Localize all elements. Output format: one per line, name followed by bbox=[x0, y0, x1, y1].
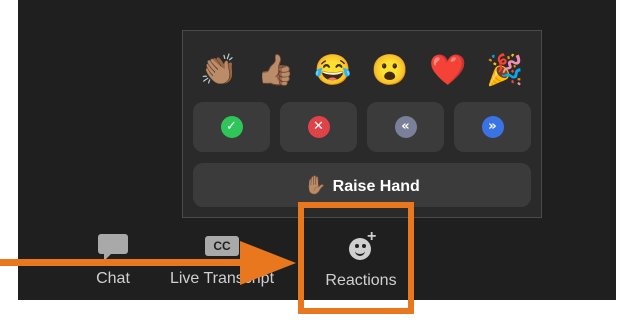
raised-hand-icon: ✋🏽 bbox=[304, 175, 327, 195]
open-mouth-emoji-button[interactable]: 😮 bbox=[370, 51, 410, 91]
nonverbal-feedback-row: ✓ ✕ « » bbox=[183, 99, 541, 153]
slow-down-button[interactable]: « bbox=[367, 102, 444, 152]
yes-button[interactable]: ✓ bbox=[193, 102, 270, 152]
cross-icon: ✕ bbox=[307, 116, 330, 138]
fast-forward-icon: » bbox=[481, 116, 504, 138]
raise-hand-label: Raise Hand bbox=[332, 178, 420, 195]
reactions-highlight-box bbox=[298, 202, 414, 314]
closed-caption-icon: CC bbox=[205, 236, 239, 256]
pointer-arrow-head bbox=[240, 241, 296, 285]
raise-hand-button[interactable]: ✋🏽 Raise Hand bbox=[193, 163, 531, 207]
pointer-arrow-shaft bbox=[0, 259, 246, 266]
rewind-icon: « bbox=[394, 116, 417, 138]
tears-of-joy-emoji-button[interactable]: 😂 bbox=[313, 51, 353, 91]
thumbs-up-emoji-button[interactable]: 👍🏽 bbox=[256, 51, 296, 91]
chat-label: Chat bbox=[96, 270, 130, 287]
reactions-popup: 👏🏽 👍🏽 😂 😮 ❤️ 🎉 ✓ ✕ « » ✋🏽 Raise Hand bbox=[182, 30, 542, 218]
chat-bubble-icon bbox=[98, 234, 128, 261]
emoji-reactions-row: 👏🏽 👍🏽 😂 😮 ❤️ 🎉 bbox=[183, 31, 541, 101]
speed-up-button[interactable]: » bbox=[454, 102, 531, 152]
checkmark-icon: ✓ bbox=[220, 116, 243, 138]
party-popper-emoji-button[interactable]: 🎉 bbox=[485, 51, 525, 91]
no-button[interactable]: ✕ bbox=[280, 102, 357, 152]
heart-emoji-button[interactable]: ❤️ bbox=[428, 51, 468, 91]
clap-emoji-button[interactable]: 👏🏽 bbox=[199, 51, 239, 91]
